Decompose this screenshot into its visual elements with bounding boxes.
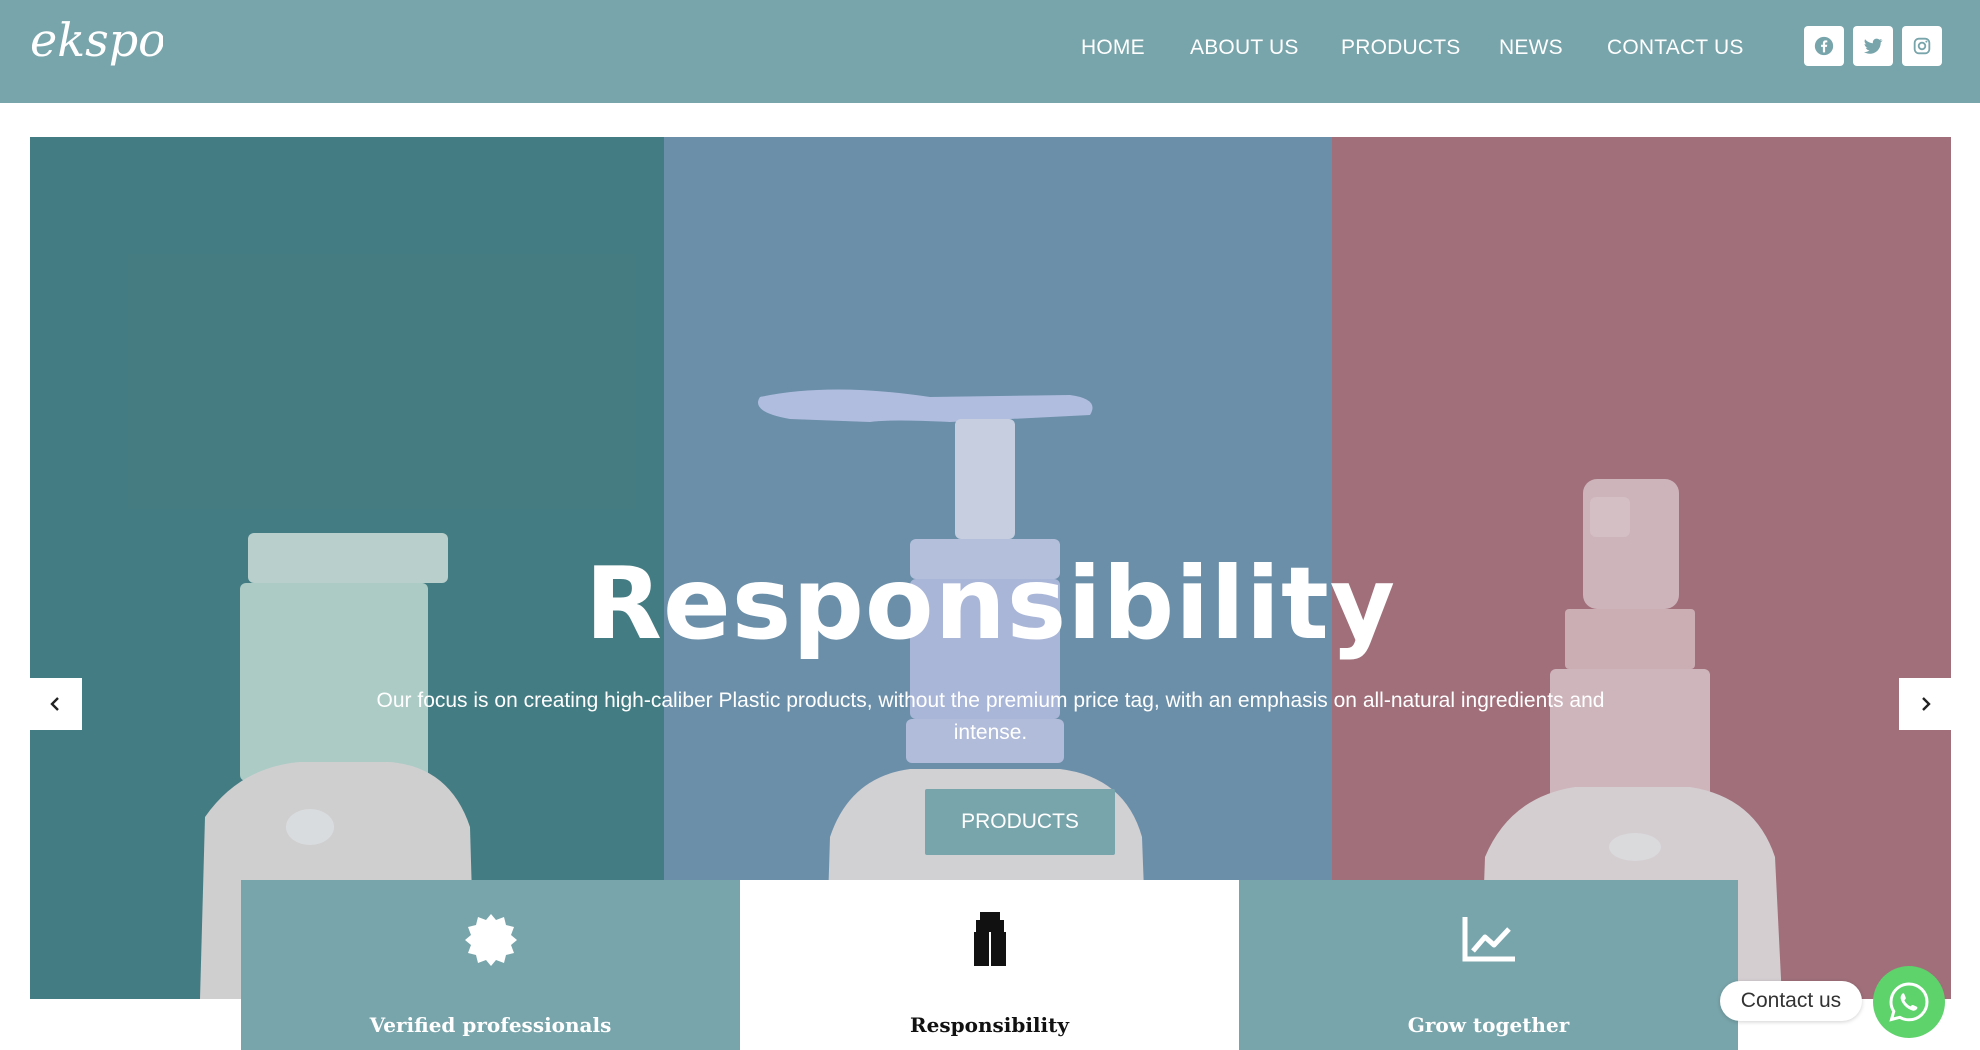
slider-prev-button[interactable] bbox=[30, 678, 82, 730]
badge-icon bbox=[461, 910, 521, 970]
feature-label: Verified professionals bbox=[369, 1013, 612, 1037]
feature-responsibility: Responsibility bbox=[740, 880, 1239, 1050]
whatsapp-icon bbox=[1889, 982, 1929, 1022]
chevron-left-icon bbox=[50, 697, 59, 711]
site-header: ekspon HOME ABOUT US PRODUCTS NEWS CONTA… bbox=[0, 0, 1980, 103]
chart-line-icon bbox=[1459, 910, 1519, 970]
hero-description: Our focus is on creating high-caliber Pl… bbox=[376, 689, 1605, 744]
site-logo[interactable]: ekspon bbox=[28, 6, 195, 90]
hero-slider: Responsibility Our focus is on creating … bbox=[30, 137, 1951, 999]
nav-home[interactable]: HOME bbox=[1081, 36, 1145, 60]
hero-products-button[interactable]: PRODUCTS bbox=[925, 789, 1115, 855]
feature-grow-together: Grow together bbox=[1239, 880, 1738, 1050]
nav-news[interactable]: NEWS bbox=[1499, 36, 1563, 60]
hero-title: Responsibility bbox=[584, 545, 1397, 662]
feature-verified-professionals: Verified professionals bbox=[241, 880, 740, 1050]
slider-next-button[interactable] bbox=[1899, 678, 1951, 730]
feature-label: Responsibility bbox=[910, 1013, 1069, 1037]
bottle-icon bbox=[960, 910, 1020, 970]
logo-text: ekspon bbox=[30, 13, 163, 67]
whatsapp-button[interactable] bbox=[1873, 966, 1945, 1038]
twitter-icon[interactable] bbox=[1853, 26, 1893, 66]
nav-about-us[interactable]: ABOUT US bbox=[1190, 36, 1299, 60]
chevron-right-icon bbox=[1922, 697, 1931, 711]
nav-contact-us[interactable]: CONTACT US bbox=[1607, 36, 1744, 60]
instagram-icon[interactable] bbox=[1902, 26, 1942, 66]
facebook-icon[interactable] bbox=[1804, 26, 1844, 66]
feature-label: Grow together bbox=[1407, 1013, 1570, 1037]
contact-us-label[interactable]: Contact us bbox=[1720, 981, 1862, 1021]
nav-products[interactable]: PRODUCTS bbox=[1341, 36, 1460, 60]
